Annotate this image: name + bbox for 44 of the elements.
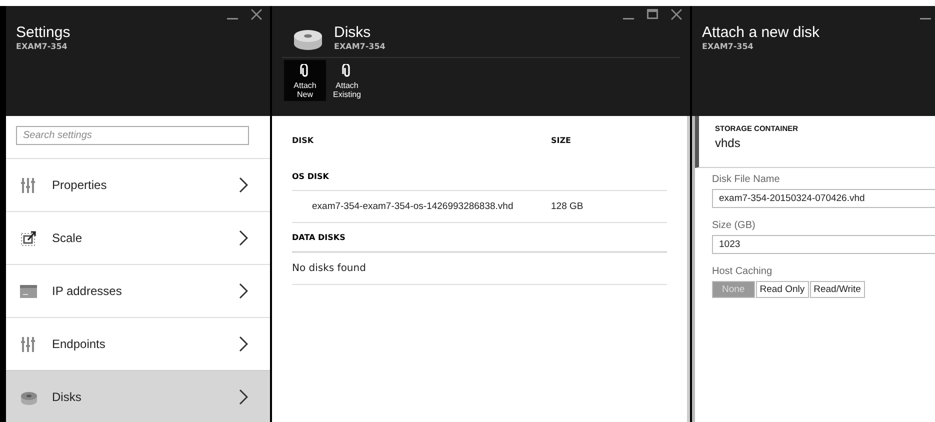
window-icon [20, 282, 37, 300]
section-heading: DATA DISKS [292, 223, 667, 252]
dropdown-field[interactable]: exam7-354-20150324-070426.vhd [712, 189, 935, 208]
option-button[interactable]: Read Only [756, 281, 809, 298]
chevron-icon [238, 177, 248, 193]
paperclip-icon [300, 64, 310, 78]
column-header: SIZE [551, 136, 572, 144]
column-header: DISK [292, 136, 315, 144]
maximize-icon [646, 9, 658, 19]
close-icon [250, 8, 262, 20]
empty-message: No disks found [292, 252, 667, 285]
field-label: Host Caching [712, 266, 774, 277]
input-field[interactable]: 1023 [712, 235, 935, 254]
command-button[interactable]: Attach New [284, 60, 326, 101]
chevron-icon [238, 230, 248, 246]
close-icon [670, 8, 682, 20]
settings-item[interactable]: IP addresses [6, 264, 270, 317]
paperclip-icon [342, 64, 352, 78]
chevron-icon [238, 283, 248, 299]
minimize-icon [226, 18, 238, 20]
command-button[interactable]: Attach Existing [326, 60, 368, 101]
section-heading: OS DISK [292, 162, 667, 191]
chevron-icon [238, 336, 248, 352]
settings-item[interactable]: Properties [6, 158, 270, 211]
field-label: Size (GB) [712, 220, 756, 231]
blade-subtitle: EXAM7-354 [334, 42, 386, 51]
settings-item[interactable]: Disks [6, 370, 270, 422]
chevron-icon [238, 389, 248, 405]
settings-item[interactable]: Scale [6, 211, 270, 264]
resize-icon [20, 230, 37, 246]
sliders-icon [20, 336, 37, 352]
search-field[interactable]: Search settings [16, 126, 249, 145]
field-label: Disk File Name [712, 174, 781, 185]
blade-title: Disks [334, 24, 372, 41]
blade-title: Attach a new disk [702, 24, 820, 41]
option-button[interactable]: Read/Write [810, 281, 865, 298]
sliders-icon [20, 176, 37, 194]
minimize-icon [920, 18, 931, 20]
table-cell: 128 GB [551, 201, 584, 212]
minimize-icon [622, 18, 634, 20]
blade-subtitle: EXAM7-354 [702, 42, 754, 51]
blade-title: Settings [16, 24, 70, 41]
blade-subtitle: EXAM7-354 [16, 42, 68, 51]
table-cell-text: exam7-354-exam7-354-os-1426993286838.vhd [311, 201, 514, 212]
